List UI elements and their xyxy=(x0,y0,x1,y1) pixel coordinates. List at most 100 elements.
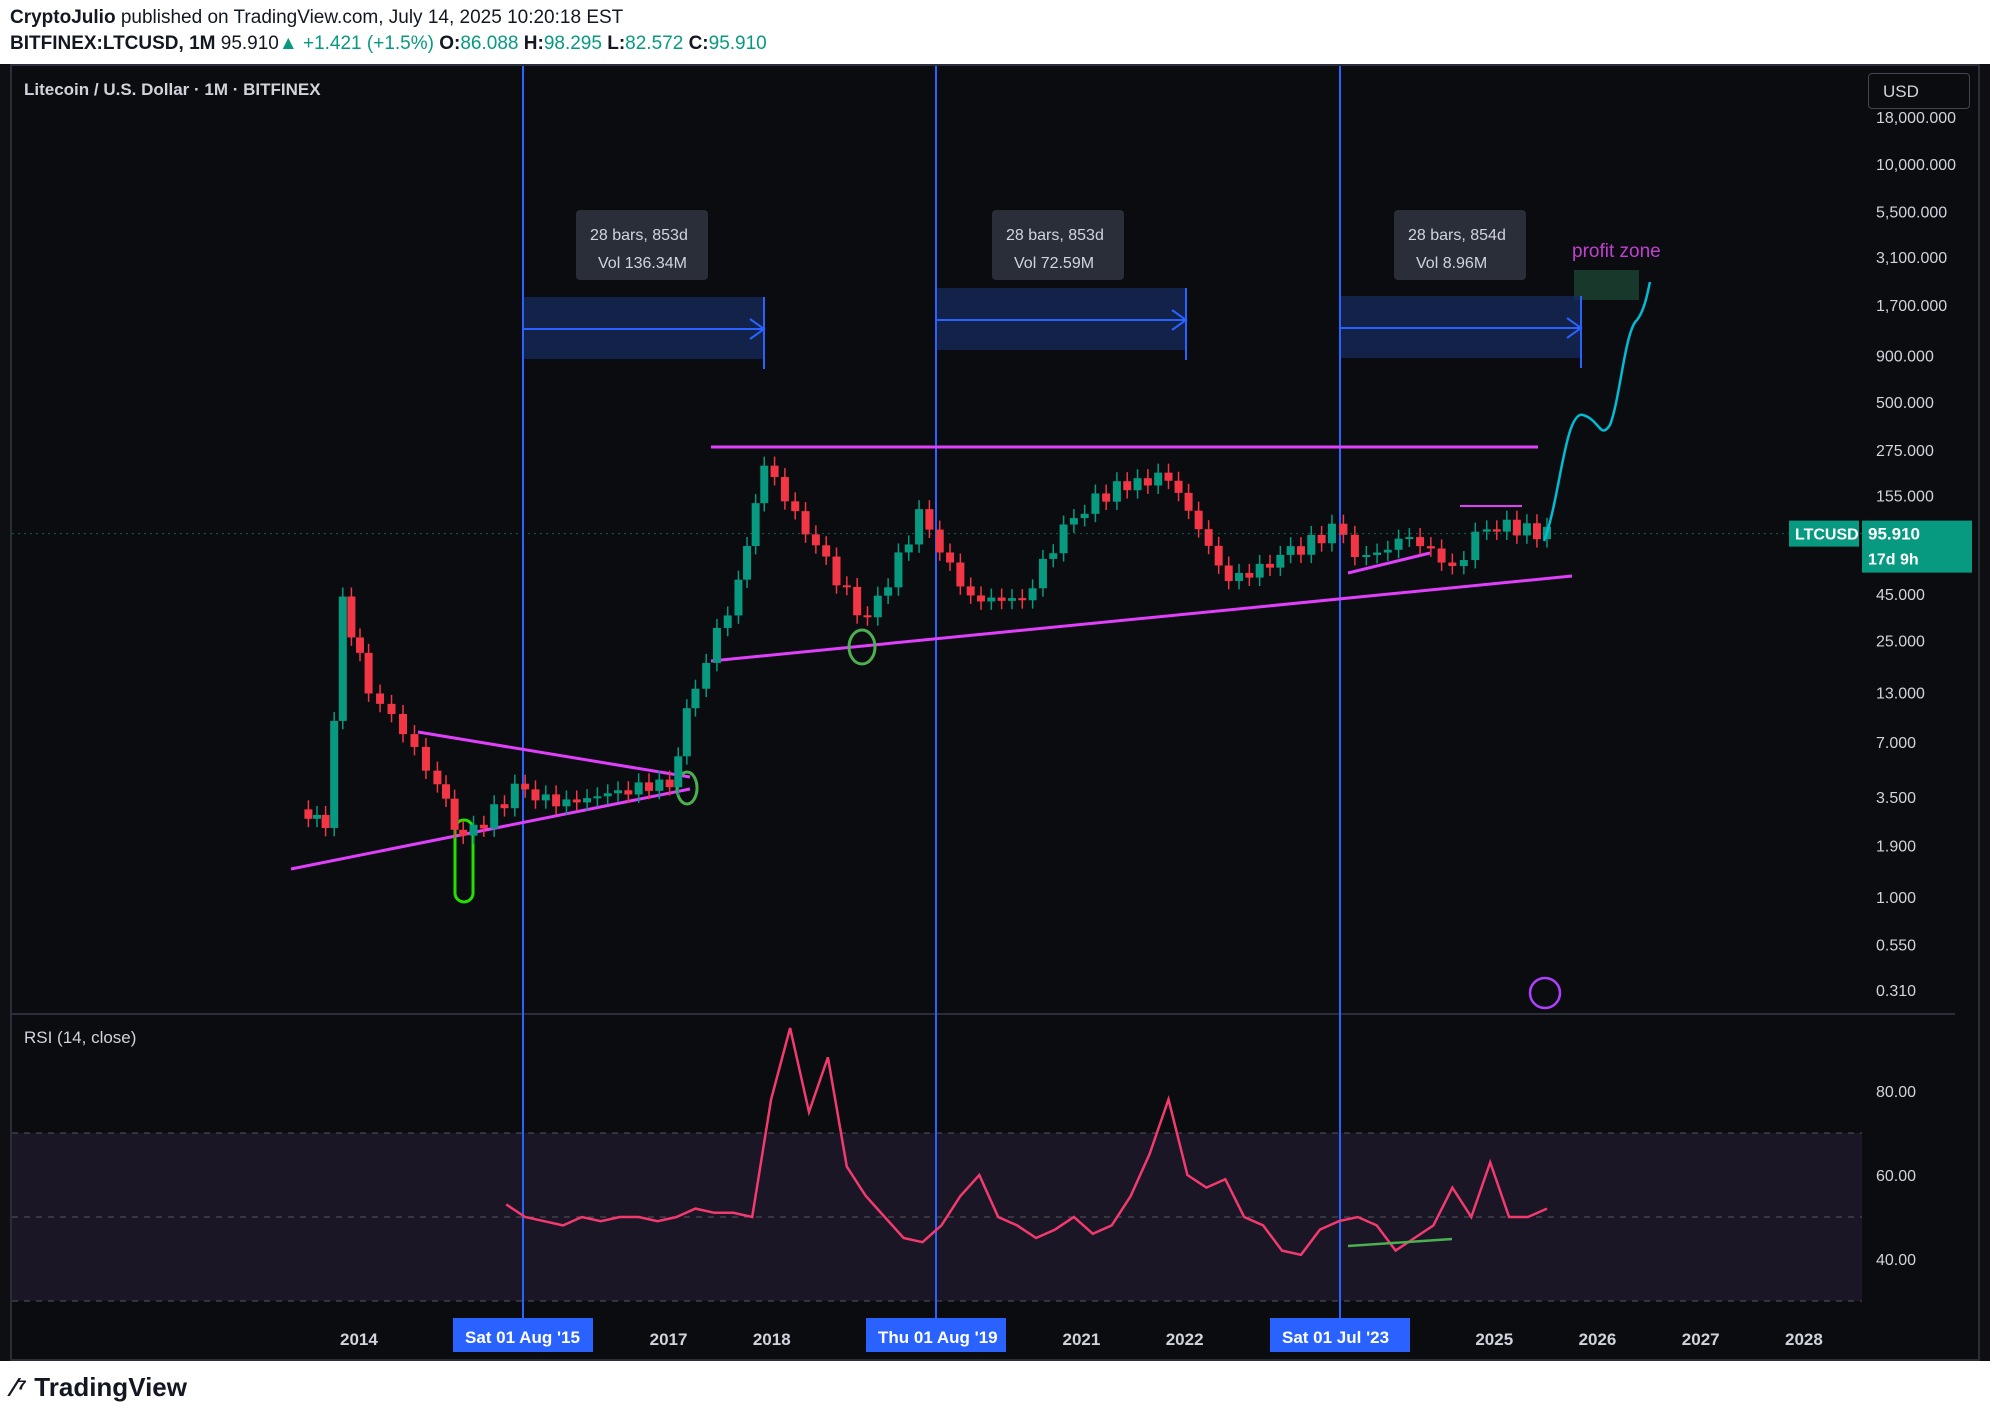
candle-body xyxy=(304,809,313,819)
candle-body xyxy=(1426,546,1435,549)
candle-body xyxy=(410,734,419,747)
candle-body xyxy=(1296,546,1305,555)
chart-title: Litecoin / U.S. Dollar · 1M · BITFINEX xyxy=(24,80,321,99)
candle-body xyxy=(904,544,913,553)
candle-body xyxy=(842,585,851,588)
candle-body xyxy=(634,782,643,795)
candle-body xyxy=(977,595,986,602)
tradingview-logo: ⁄⁷ TradingView xyxy=(12,1372,187,1403)
candle-body xyxy=(743,546,752,580)
measure-bars-text: 28 bars, 853d xyxy=(590,227,688,244)
price-axis-label: 3.500 xyxy=(1876,790,1916,807)
candle-body xyxy=(603,793,612,797)
price-axis-label: 25.000 xyxy=(1876,634,1925,651)
candle-body xyxy=(1154,472,1163,486)
candle-body xyxy=(1437,548,1446,563)
candle-body xyxy=(682,708,691,757)
candle-body xyxy=(734,579,743,616)
candle-body xyxy=(822,545,831,557)
candle-body xyxy=(946,552,955,563)
measure-bars-text: 28 bars, 854d xyxy=(1408,227,1506,244)
date-marker-text: Sat 01 Jul '23 xyxy=(1282,1328,1389,1347)
time-axis-label: 2025 xyxy=(1475,1330,1513,1349)
candle-body xyxy=(1080,513,1089,519)
candle-body xyxy=(1266,563,1275,568)
candle-body xyxy=(399,713,408,735)
footer-bar xyxy=(0,1361,1990,1415)
measure-bars-text: 28 bars, 853d xyxy=(1006,227,1104,244)
candle-body xyxy=(1512,519,1521,536)
price-axis-label: 45.000 xyxy=(1876,587,1925,604)
price-axis-label: 18,000.000 xyxy=(1876,110,1956,127)
candle-body xyxy=(987,597,996,602)
candle-body xyxy=(330,720,339,828)
candle-body xyxy=(442,784,451,799)
candle-body xyxy=(459,829,468,836)
candle-body xyxy=(760,465,769,504)
candle-body xyxy=(500,804,509,809)
candle-body xyxy=(702,662,711,689)
candle-body xyxy=(1174,480,1183,493)
candle-body xyxy=(1102,493,1111,502)
candle-body xyxy=(770,465,779,478)
price-axis-label: 3,100.000 xyxy=(1876,250,1947,267)
candle-body xyxy=(531,789,540,801)
candle-body xyxy=(645,782,653,791)
candle-body xyxy=(1339,523,1348,535)
candle-body xyxy=(712,627,721,663)
price-tag-symbol: LTCUSD xyxy=(1795,527,1859,544)
candle-body xyxy=(1214,545,1223,566)
candle-body xyxy=(1028,588,1037,601)
bolt-icon xyxy=(1528,976,1562,1010)
candle-body xyxy=(376,693,385,704)
candle-body xyxy=(1224,565,1233,582)
profit-zone-box xyxy=(1574,270,1639,300)
rsi-axis-label: 80.00 xyxy=(1876,1084,1916,1101)
candle-body xyxy=(751,503,760,547)
candle-body xyxy=(1007,598,1016,601)
candle-body xyxy=(1492,529,1501,532)
date-marker-text: Thu 01 Aug '19 xyxy=(878,1328,998,1347)
candle-body xyxy=(1194,510,1203,530)
candle-body xyxy=(801,511,810,535)
time-axis-label: 2018 xyxy=(753,1330,791,1349)
price-tag-value: 95.910 xyxy=(1868,525,1920,544)
price-axis-label: 0.550 xyxy=(1876,937,1916,954)
candle-body xyxy=(691,688,700,709)
rsi-axis-label: 60.00 xyxy=(1876,1168,1916,1185)
candle-body xyxy=(1038,558,1047,589)
candle-body xyxy=(791,501,800,512)
candle-body xyxy=(510,783,519,809)
candle-body xyxy=(1327,523,1336,544)
candle-body xyxy=(321,814,330,828)
price-axis-label: 7.000 xyxy=(1876,735,1916,752)
candle-body xyxy=(562,799,571,807)
candle-body xyxy=(1502,519,1511,532)
currency-button[interactable]: USD xyxy=(1868,73,1970,109)
candle-body xyxy=(674,756,683,788)
candle-body xyxy=(1276,554,1285,568)
candle-body xyxy=(356,637,364,653)
price-axis-label: 10,000.000 xyxy=(1876,157,1956,174)
candle-body xyxy=(552,794,561,807)
candle-body xyxy=(1383,549,1392,553)
candle-body xyxy=(665,779,674,788)
candle-body xyxy=(421,746,430,771)
candle-body xyxy=(1049,553,1058,559)
candle-body xyxy=(1204,529,1213,546)
measure-vol-text: Vol 8.96M xyxy=(1416,255,1487,272)
candle-body xyxy=(894,552,903,588)
candle-body xyxy=(1235,572,1244,582)
candle-body xyxy=(1532,523,1541,540)
candle-body xyxy=(433,770,442,785)
candle-body xyxy=(469,824,478,836)
time-axis-label: 2017 xyxy=(650,1330,688,1349)
candle-body xyxy=(387,703,396,714)
candle-body xyxy=(479,824,488,829)
price-axis-label: 500.000 xyxy=(1876,395,1934,412)
chart-canvas[interactable]: 18,000.000 10,000.000 5,500.000 3,100.000 1,… xyxy=(0,0,1990,1415)
candle-body xyxy=(1112,481,1121,502)
price-axis-label: 1.900 xyxy=(1876,839,1916,856)
price-axis-label: 13.000 xyxy=(1876,686,1925,703)
rsi-axis-label: 40.00 xyxy=(1876,1252,1916,1269)
